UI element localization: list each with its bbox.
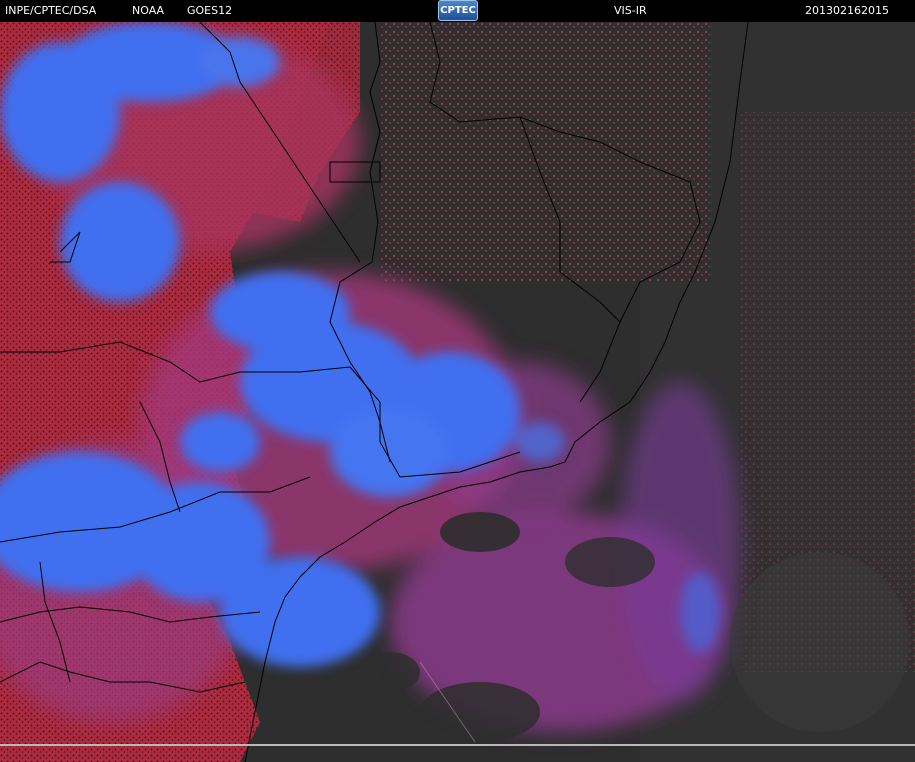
agency-label: NOAA bbox=[132, 4, 165, 17]
satellite-image bbox=[0, 22, 915, 762]
satellite-label: GOES12 bbox=[187, 4, 233, 17]
org-label: INPE/CPTEC/DSA bbox=[5, 4, 97, 17]
product-label: VIS-IR bbox=[614, 4, 647, 17]
header-bar: INPE/CPTEC/DSA NOAA GOES12 CPTEC VIS-IR … bbox=[0, 0, 915, 22]
bottom-separator bbox=[0, 744, 915, 746]
cptec-logo: CPTEC bbox=[438, 0, 478, 21]
timestamp-label: 201302162015 bbox=[805, 4, 889, 17]
